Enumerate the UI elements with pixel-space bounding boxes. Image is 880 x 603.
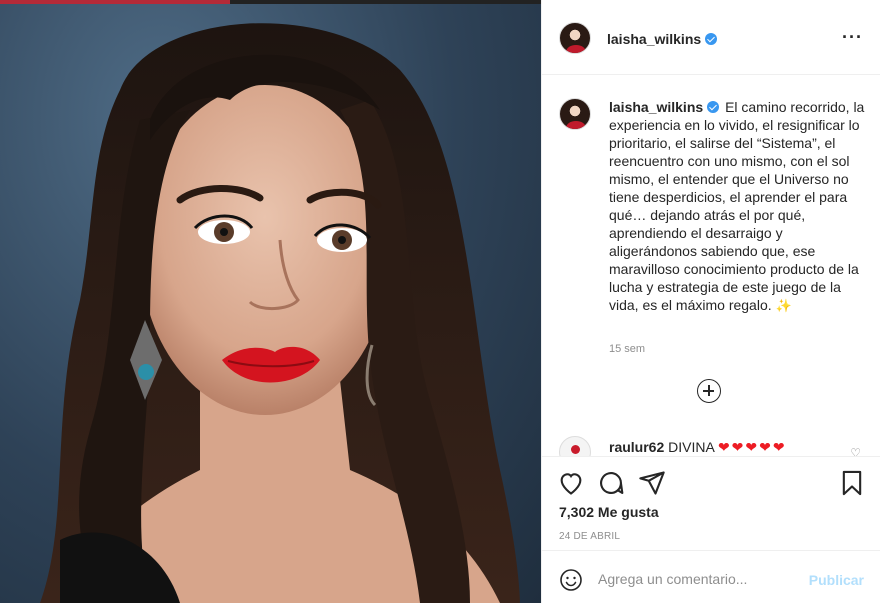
- post-time-ago[interactable]: 15 sem: [609, 343, 645, 355]
- comment-body: raulur62 DIVINA ❤❤❤❤❤: [609, 439, 787, 456]
- author-username-text[interactable]: laisha_wilkins: [607, 31, 701, 47]
- commenter-avatar[interactable]: [559, 436, 591, 456]
- plus-circle-icon[interactable]: [697, 379, 721, 403]
- post-caption: laisha_wilkins El camino recorrido, la e…: [609, 98, 871, 315]
- comment-input[interactable]: [598, 568, 798, 590]
- post-header: laisha_wilkins ···: [542, 0, 880, 75]
- more-options-icon[interactable]: ···: [842, 28, 863, 46]
- author-username[interactable]: laisha_wilkins: [607, 31, 718, 47]
- bookmark-icon[interactable]: [838, 469, 866, 497]
- likes-count[interactable]: 7,302 Me gusta: [559, 504, 659, 520]
- caption-username[interactable]: laisha_wilkins: [609, 99, 720, 115]
- comment-like-icon[interactable]: ♡: [850, 446, 861, 456]
- heart-icon[interactable]: [557, 469, 585, 497]
- portrait-illustration: [40, 23, 520, 603]
- post-actions: 7,302 Me gusta 24 DE ABRIL: [542, 456, 880, 550]
- post-side-panel: laisha_wilkins ··· laisha_wilkins El cam…: [541, 0, 880, 603]
- photo-top-strip: [0, 0, 541, 4]
- comments-area: laisha_wilkins El camino recorrido, la e…: [542, 75, 880, 456]
- publish-button[interactable]: Publicar: [809, 572, 864, 588]
- emoji-icon[interactable]: [559, 568, 583, 592]
- comment-composer: Publicar: [542, 550, 880, 603]
- comment-item: raulur62 DIVINA ❤❤❤❤❤ ♡: [559, 436, 869, 456]
- verified-badge-icon: [707, 101, 720, 113]
- author-avatar[interactable]: [559, 22, 591, 54]
- comment-icon[interactable]: [597, 469, 625, 497]
- caption-text: El camino recorrido, la experiencia en l…: [609, 99, 865, 313]
- caption-username-text[interactable]: laisha_wilkins: [609, 99, 703, 115]
- sparkles-icon: ✨: [775, 298, 792, 313]
- post-image[interactable]: [0, 0, 541, 603]
- verified-badge-icon: [705, 33, 718, 45]
- share-icon[interactable]: [638, 469, 666, 497]
- caption-avatar[interactable]: [559, 98, 591, 130]
- comment-text: DIVINA: [668, 439, 715, 455]
- commenter-username[interactable]: raulur62: [609, 439, 664, 455]
- post-date[interactable]: 24 DE ABRIL: [559, 531, 620, 542]
- hearts-emoji: ❤❤❤❤❤: [717, 439, 787, 455]
